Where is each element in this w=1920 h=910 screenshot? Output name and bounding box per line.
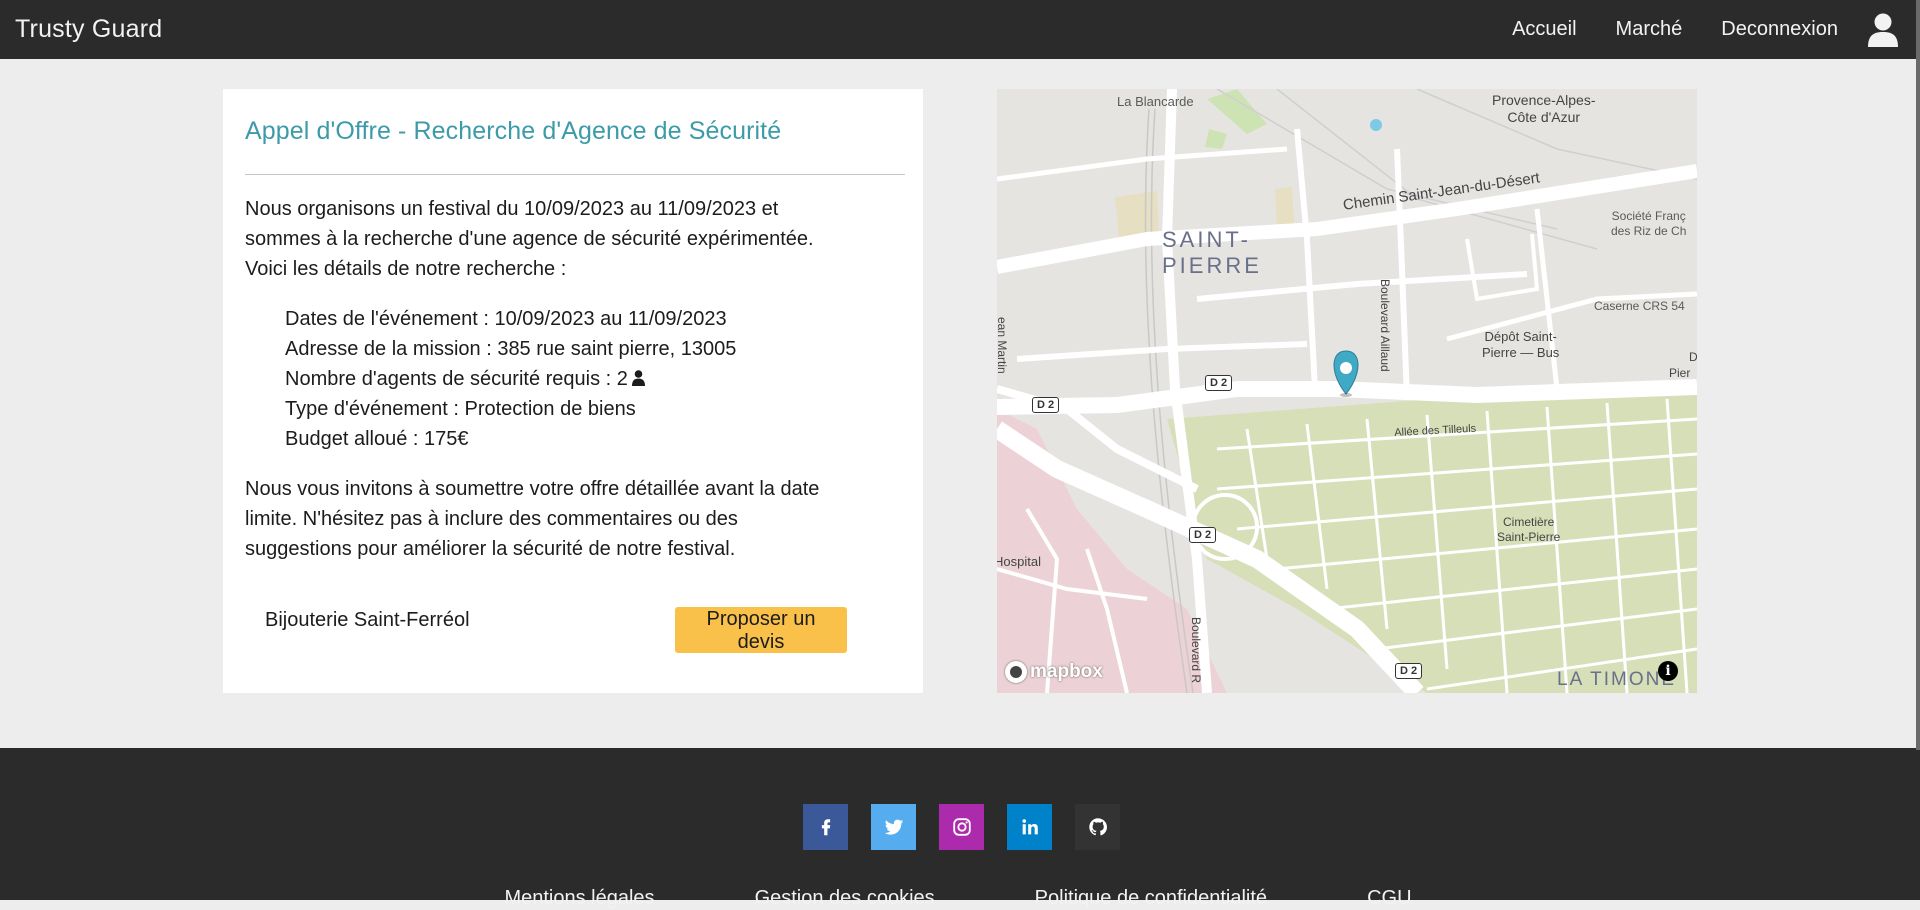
map-label-depot-line: Dépôt Saint- [1484,329,1557,344]
detail-address: Adresse de la mission : 385 rue saint pi… [285,338,737,360]
nav-link-marche[interactable]: Marché [1616,18,1683,41]
mapbox-logo-text: mapbox [1030,661,1103,682]
map-label-societe-line: Société Franç [1611,209,1686,223]
map-label-cimetiere-line: Saint-Pierre [1497,530,1561,544]
map-label-caserne: Caserne CRS 54 [1594,299,1685,313]
location-map[interactable]: La Blancarde Provence-Alpes- Côte d'Azur… [997,89,1697,693]
road-badge: D 2 [1032,397,1060,413]
offer-intro: Nous organisons un festival du 10/09/202… [245,194,905,284]
person-icon [631,365,645,386]
intro-line: Nous organisons un festival du 10/09/202… [245,198,779,220]
outro-line: suggestions pour améliorer la sécurité d… [245,538,736,560]
map-label-martin: ean Martin [997,317,1009,374]
map-label-d-edge: D [1689,350,1697,364]
outro-line: Nous vous invitons à soumettre votre off… [245,478,820,500]
linkedin-icon[interactable] [1007,804,1052,850]
offer-body: Nous organisons un festival du 10/09/202… [245,194,905,564]
scrollbar-thumb[interactable] [1916,0,1920,750]
company-name: Bijouterie Saint-Ferréol [265,609,470,631]
road-badge: D 2 [1189,527,1217,543]
footer-link-privacy[interactable]: Politique de confidentialité [1035,887,1267,910]
map-info-button[interactable]: i [1658,661,1678,681]
detail-type: Type d'événement : Protection de biens [285,398,636,420]
facebook-icon[interactable] [803,804,848,850]
github-icon[interactable] [1075,804,1120,850]
map-label-hospital: Hospital [997,554,1041,569]
top-navbar: Trusty Guard Accueil Marché Deconnexion [0,0,1916,59]
footer-link-cgu[interactable]: CGU [1367,887,1411,910]
detail-budget: Budget alloué : 175€ [285,428,469,450]
detail-agents-text: Nombre d'agents de sécurité requis : 2 [285,368,628,390]
detail-dates: Dates de l'événement : 10/09/2023 au 11/… [285,308,727,330]
social-links [803,804,1143,850]
footer-link-mentions[interactable]: Mentions légales [504,887,654,910]
map-label-saint-pierre: SAINT- PIERRE [1162,227,1262,279]
mapbox-logo-icon [1005,661,1027,683]
map-label-bd-aillaud: Boulevard Aillaud [1378,279,1392,372]
road-badge: D 2 [1395,663,1423,679]
title-divider [245,174,905,175]
offer-card: Appel d'Offre - Recherche d'Agence de Sé… [223,89,923,693]
map-label-district-line: SAINT- [1162,227,1251,252]
map-label-societe-line: des Riz de Ch [1611,224,1687,238]
map-label-depot: Dépôt Saint- Pierre — Bus [1482,329,1559,361]
map-label-blancarde: La Blancarde [1117,94,1194,109]
twitter-icon[interactable] [871,804,916,850]
page-footer: Mentions légales Gestion des cookies Pol… [0,748,1916,909]
offer-title: Appel d'Offre - Recherche d'Agence de Sé… [245,117,782,145]
mapbox-attribution[interactable]: mapbox [1005,661,1103,683]
intro-line: sommes à la recherche d'une agence de sé… [245,228,814,250]
map-label-cimetiere-line: Cimetière [1503,515,1555,529]
map-label-paca-line: Côte d'Azur [1507,109,1581,125]
map-label-bd-bottom: Boulevard R [1189,617,1203,684]
footer-link-cookies[interactable]: Gestion des cookies [755,887,935,910]
map-label-societe: Société Franç des Riz de Ch [1611,209,1686,239]
map-tiles [997,89,1697,693]
map-label-depot-line: Pierre — Bus [1482,345,1560,360]
map-label-cimetiere: Cimetière Saint-Pierre [1497,515,1560,545]
footer-links: Mentions légales Gestion des cookies Pol… [0,887,1916,910]
detail-agents: Nombre d'agents de sécurité requis : 2 [285,364,905,394]
outro-line: limite. N'hésitez pas à inclure des comm… [245,508,738,530]
intro-line: Voici les détails de notre recherche : [245,258,567,280]
map-label-district-line: PIERRE [1162,253,1262,278]
brand-logo[interactable]: Trusty Guard [15,15,162,44]
instagram-icon[interactable] [939,804,984,850]
offer-details-list: Dates de l'événement : 10/09/2023 au 11/… [285,304,905,454]
map-label-paca-line: Provence-Alpes- [1492,92,1596,108]
offer-outro: Nous vous invitons à soumettre votre off… [245,474,905,564]
map-label-paca: Provence-Alpes- Côte d'Azur [1492,92,1596,126]
nav-link-accueil[interactable]: Accueil [1512,18,1576,41]
nav-link-deconnexion[interactable]: Deconnexion [1721,18,1838,41]
page-scrollbar[interactable] [1916,0,1920,900]
propose-quote-button[interactable]: Proposer un devis [675,607,847,653]
map-label-pier: Pier [1669,366,1691,380]
user-icon[interactable] [1868,13,1898,47]
nav-links: Accueil Marché Deconnexion [1473,0,1916,59]
road-badge: D 2 [1205,375,1233,391]
